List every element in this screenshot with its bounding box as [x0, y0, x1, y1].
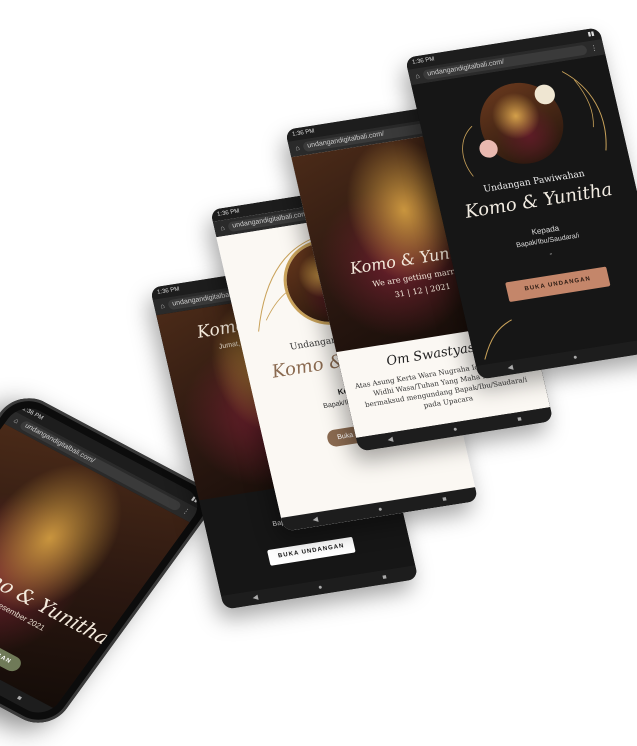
couple-names: Komo & Yunitha: [0, 552, 115, 650]
menu-icon[interactable]: ⋮: [181, 506, 192, 516]
home-icon[interactable]: ⌂: [415, 72, 421, 79]
back-icon[interactable]: ◀: [312, 515, 319, 524]
screen-one: 1:36 PM ▮▮ ⌂ undangandigitalbali.com/ ⋮ …: [0, 400, 207, 721]
battery-icon: ▮▮: [587, 31, 596, 39]
back-icon[interactable]: ◀: [387, 435, 394, 444]
menu-icon[interactable]: ⋮: [590, 44, 599, 53]
open-invitation-button[interactable]: BUKA UNDANGAN: [266, 536, 357, 566]
home-button-icon[interactable]: ●: [317, 584, 323, 591]
home-icon[interactable]: ⌂: [160, 302, 166, 309]
home-button-icon[interactable]: ●: [572, 354, 578, 361]
back-icon[interactable]: ◀: [507, 363, 514, 372]
home-icon[interactable]: ⌂: [220, 224, 226, 231]
showcase-stage: 1:36 PM ▮▮ ⌂ undangandigitalbali.com/ ⋮ …: [0, 0, 637, 746]
open-invitation-button[interactable]: BUKA UNDANGAN: [0, 619, 24, 674]
home-button-icon[interactable]: ●: [377, 506, 383, 513]
back-icon[interactable]: ◀: [252, 593, 259, 602]
home-icon[interactable]: ⌂: [295, 144, 301, 151]
recent-icon[interactable]: ■: [16, 694, 24, 702]
home-button-icon[interactable]: ●: [452, 426, 458, 433]
recent-icon[interactable]: ■: [517, 415, 523, 422]
recent-icon[interactable]: ■: [442, 495, 448, 502]
recent-icon[interactable]: ■: [382, 573, 388, 580]
home-icon[interactable]: ⌂: [12, 417, 20, 425]
